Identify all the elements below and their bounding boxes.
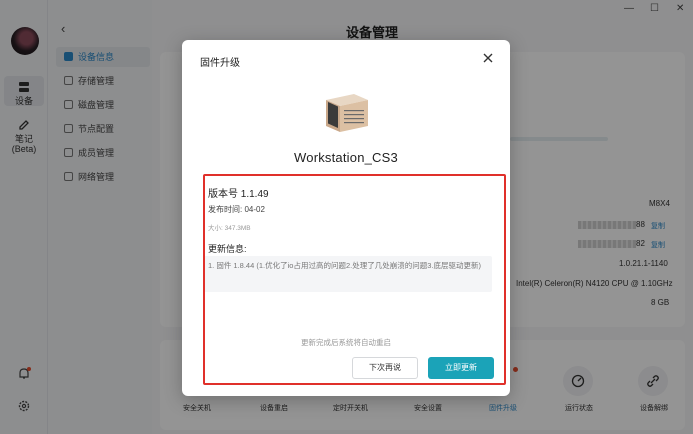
dialog-title: 固件升级 [200, 58, 240, 69]
highlight-box [203, 174, 506, 385]
close-icon[interactable] [482, 52, 494, 64]
nas-device-image [326, 94, 368, 132]
device-name: Workstation_CS3 [294, 150, 398, 165]
